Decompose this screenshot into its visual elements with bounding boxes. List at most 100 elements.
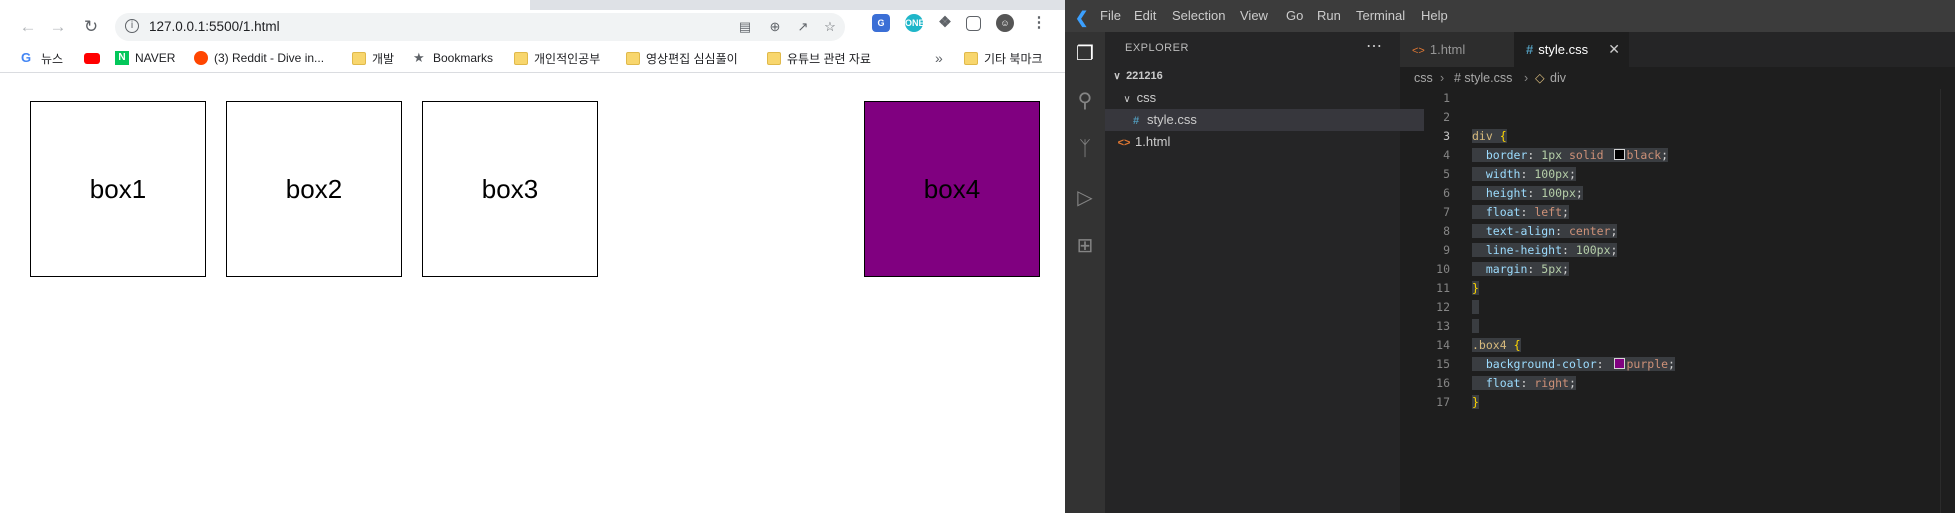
bookmark-label: NAVER (135, 51, 176, 65)
breadcrumb-item[interactable]: div (1550, 67, 1566, 89)
code-line: div { (1472, 129, 1507, 143)
line-number: 3 (1443, 129, 1450, 143)
css-value: black (1626, 148, 1662, 162)
breadcrumb-item[interactable]: # style.css (1454, 67, 1512, 89)
more-actions-icon[interactable]: ⋯ (1366, 36, 1382, 56)
bookmark-folder-dev[interactable]: 개발 (352, 49, 394, 67)
page-viewport: box1 box2 box3 box4 (10, 73, 1065, 513)
translate-icon[interactable]: ▤ (737, 19, 753, 35)
tree-root-folder[interactable]: ∨ 221216 (1105, 65, 1406, 87)
extensions-icon[interactable]: ⊞ (1073, 234, 1097, 258)
line-number: 5 (1443, 167, 1450, 181)
code-editor[interactable]: 1 2 3 4 5 6 7 8 9 10 11 12 13 14 15 16 1… (1400, 89, 1955, 513)
box2: box2 (226, 101, 402, 277)
menu-view[interactable]: View (1240, 8, 1268, 23)
run-debug-icon[interactable]: ▷ (1073, 186, 1097, 210)
color-swatch-icon[interactable] (1613, 149, 1625, 160)
code-line: line-height: 100px; (1472, 241, 1618, 260)
bookmark-naver[interactable]: N NAVER (115, 49, 175, 67)
html-file-icon: <> (1412, 45, 1425, 57)
bookmark-news[interactable]: G 뉴스 (21, 49, 63, 67)
activity-bar: ❐ ⚲ ᛉ ▷ ⊞ (1065, 32, 1105, 513)
zoom-icon[interactable]: ⊕ (767, 19, 783, 35)
chevron-down-icon: ∨ (1113, 71, 1121, 82)
browser-tab-active[interactable] (0, 0, 530, 10)
code-line: .box4 { (1472, 338, 1521, 352)
tab-style-css[interactable]: # style.css ✕ (1514, 32, 1629, 67)
bookmark-star-icon[interactable]: ☆ (822, 19, 838, 35)
menu-kebab-icon[interactable]: ⋮ (1030, 14, 1048, 32)
tab-1-html[interactable]: <> 1.html (1400, 32, 1514, 67)
bookmark-label: Bookmarks (433, 51, 494, 65)
reddit-icon (194, 51, 208, 65)
menu-run[interactable]: Run (1317, 8, 1341, 23)
tree-folder-css[interactable]: ∨ css (1105, 87, 1416, 109)
css-value: 100px (1534, 167, 1569, 181)
share-icon[interactable]: ↗ (795, 19, 811, 35)
address-bar[interactable]: i 127.0.0.1:5500/1.html ▤ ⊕ ↗ ☆ (115, 13, 845, 41)
line-number: 7 (1443, 205, 1450, 219)
tree-file-style-css[interactable]: # style.css (1105, 109, 1424, 131)
site-info-icon[interactable]: i (125, 19, 139, 33)
tree-file-1-html[interactable]: <> 1.html (1105, 131, 1412, 153)
bookmark-folder-video[interactable]: 영상편집 심심풀이 (626, 49, 738, 67)
folder-label: css (1136, 90, 1157, 105)
line-number: 16 (1436, 376, 1450, 390)
bookmark-label: 영상편집 심심풀이 (646, 51, 738, 66)
title-bar: ❮ File Edit Selection View Go Run Termin… (1065, 0, 1955, 32)
css-selector: .box4 (1472, 338, 1507, 352)
bookmark-bookmarks[interactable]: ★ Bookmarks (413, 49, 493, 67)
url-text[interactable]: 127.0.0.1:5500/1.html (149, 19, 280, 34)
bookmark-folder-study[interactable]: 개인적인공부 (514, 49, 600, 67)
css-property: line-height (1485, 243, 1563, 257)
box1: box1 (30, 101, 206, 277)
menu-help[interactable]: Help (1421, 8, 1448, 23)
menu-go[interactable]: Go (1286, 8, 1303, 23)
reload-icon[interactable]: ↻ (79, 15, 103, 39)
naver-icon: N (115, 51, 129, 65)
bookmark-label: 뉴스 (41, 51, 64, 66)
profile-avatar-icon[interactable]: ☺ (996, 14, 1014, 32)
bookmark-folder-youtube[interactable]: 유튜브 관련 자료 (767, 49, 871, 67)
bookmark-youtube[interactable] (84, 49, 106, 67)
chevron-right-icon: › (1440, 71, 1445, 85)
menu-terminal[interactable]: Terminal (1356, 8, 1405, 23)
back-icon[interactable]: ← (16, 15, 40, 39)
css-value: left (1534, 205, 1563, 219)
line-number: 15 (1436, 357, 1450, 371)
minimap[interactable] (1940, 89, 1955, 513)
css-file-icon: # (1526, 42, 1534, 57)
source-control-icon[interactable]: ᛉ (1073, 137, 1097, 161)
css-property: border (1485, 148, 1528, 162)
folder-icon (626, 51, 640, 65)
menu-file[interactable]: File (1100, 8, 1121, 23)
code-line: width: 100px; (1472, 165, 1576, 184)
bookmark-reddit[interactable]: (3) Reddit - Dive in... (194, 49, 324, 67)
bookmark-label: 유튜브 관련 자료 (787, 51, 871, 66)
translate-extension-icon[interactable]: G (872, 14, 890, 32)
bookmarks-overflow-button[interactable]: » (935, 49, 943, 67)
color-swatch-icon[interactable] (1613, 358, 1625, 369)
explorer-files-icon[interactable]: ❐ (1073, 42, 1097, 66)
box4: box4 (864, 101, 1040, 277)
file-label: 1.html (1135, 134, 1171, 149)
css-property: margin (1485, 262, 1528, 276)
breadcrumb-item[interactable]: css (1414, 67, 1433, 89)
close-icon[interactable]: ✕ (1608, 32, 1620, 67)
side-panel-icon[interactable] (966, 16, 981, 31)
folder-icon (964, 51, 978, 65)
line-number: 8 (1443, 224, 1450, 238)
forward-icon[interactable]: → (46, 15, 70, 39)
search-icon[interactable]: ⚲ (1073, 89, 1097, 113)
one-extension-icon[interactable]: ONE (905, 14, 925, 32)
bookmark-other[interactable]: 기타 북마크 (964, 49, 1043, 67)
vscode-window: ❮ File Edit Selection View Go Run Termin… (1065, 0, 1955, 513)
extensions-puzzle-icon[interactable]: ❖ (936, 14, 954, 32)
menu-edit[interactable]: Edit (1134, 8, 1156, 23)
bookmark-label: (3) Reddit - Dive in... (214, 51, 325, 65)
line-number: 1 (1443, 91, 1450, 105)
menu-selection[interactable]: Selection (1172, 8, 1225, 23)
code-line: height: 100px; (1472, 184, 1583, 203)
file-label: style.css (1147, 112, 1197, 127)
code-line (1472, 317, 1479, 336)
